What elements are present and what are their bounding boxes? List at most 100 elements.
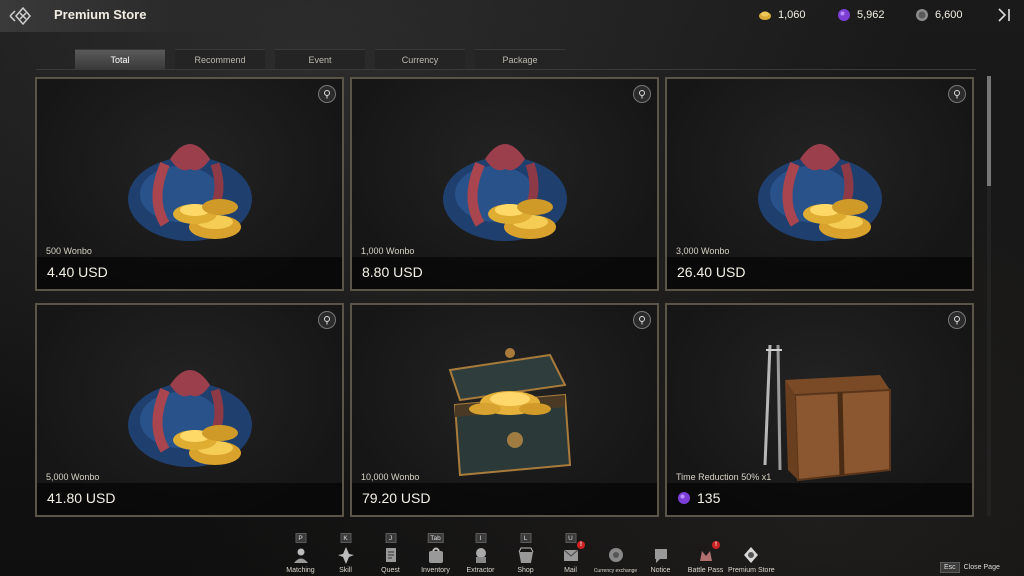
magnifier-icon xyxy=(954,90,960,99)
product-card[interactable]: 3,000 Wonbo 26.40 USD xyxy=(665,77,974,291)
nav-quest[interactable]: J Quest xyxy=(368,533,413,576)
title-plate: Premium Store xyxy=(0,0,250,32)
info-button[interactable] xyxy=(633,85,651,103)
wonbo-gold-icon xyxy=(759,11,771,20)
price-value: 135 xyxy=(697,490,721,506)
hotkey-badge: J xyxy=(385,533,396,543)
price-bar: 41.80 USD xyxy=(37,483,342,515)
hotkey-badge: U xyxy=(565,533,576,543)
notice-icon xyxy=(654,549,667,563)
price-bar: 26.40 USD xyxy=(667,257,972,289)
nav-currency-exchange[interactable]: Currency exchange xyxy=(593,533,638,576)
price-value: 26.40 USD xyxy=(677,264,746,280)
product-name: 1,000 Wonbo xyxy=(361,246,415,256)
nav-label: Matching xyxy=(286,567,315,574)
product-name: Time Reduction 50% x1 xyxy=(676,472,772,482)
matching-icon xyxy=(293,548,308,563)
bottom-nav: P Matching K Skill J Quest Tab Inventory… xyxy=(278,533,775,576)
store-tabs: Total Recommend Event Currency Package xyxy=(75,49,565,69)
price-bar: 79.20 USD xyxy=(352,483,657,515)
product-card[interactable]: 1,000 Wonbo 8.80 USD xyxy=(350,77,659,291)
product-price: 8.80 USD xyxy=(362,264,423,280)
currency-gem-value: 5,962 xyxy=(857,9,885,21)
crate-icon xyxy=(763,345,891,482)
tab-recommend[interactable]: Recommend xyxy=(175,49,265,69)
price-bar: 8.80 USD xyxy=(352,257,657,289)
inventory-icon xyxy=(428,547,443,563)
product-name: 3,000 Wonbo xyxy=(676,246,730,256)
magnifier-icon xyxy=(954,316,960,325)
product-price: 135 xyxy=(677,490,720,506)
tab-currency[interactable]: Currency xyxy=(375,49,465,69)
currency-silver-value: 6,600 xyxy=(935,9,963,21)
nav-label: Notice xyxy=(650,567,671,574)
skill-icon xyxy=(337,547,354,564)
product-card[interactable]: Time Reduction 50% x1 135 xyxy=(665,303,974,517)
product-card[interactable]: 500 Wonbo 4.40 USD xyxy=(35,77,344,291)
product-price: 79.20 USD xyxy=(362,490,430,506)
currency-silver: 6,600 xyxy=(915,8,963,22)
hotkey-badge: L xyxy=(520,533,531,543)
hotkey-badge: K xyxy=(340,533,351,543)
nav-label: Shop xyxy=(517,567,534,574)
info-button[interactable] xyxy=(318,311,336,329)
product-grid: 500 Wonbo 4.40 USD 1,000 Wonbo 8.80 USD xyxy=(35,77,975,517)
wonbo-bag-icon xyxy=(757,144,882,241)
nav-mail[interactable]: U ! Mail xyxy=(548,533,593,576)
wonbo-bag-icon xyxy=(127,370,252,467)
nav-label: Mail xyxy=(564,567,577,574)
shop-icon xyxy=(518,547,533,563)
tab-event[interactable]: Event xyxy=(275,49,365,69)
purple-gem-icon xyxy=(678,492,690,504)
product-price: 26.40 USD xyxy=(677,264,745,280)
grid-scrollbar[interactable] xyxy=(987,76,991,516)
price-bar: 135 xyxy=(667,483,972,515)
product-name: 10,000 Wonbo xyxy=(361,472,420,482)
info-button[interactable] xyxy=(633,311,651,329)
currency-gem: 5,962 xyxy=(837,8,885,22)
back-chevron-icon xyxy=(9,6,31,26)
nav-inventory[interactable]: Tab Inventory xyxy=(413,533,458,576)
extractor-icon xyxy=(475,548,486,563)
nav-premium-store[interactable]: Premium Store xyxy=(728,533,775,576)
purple-gem-icon xyxy=(838,9,850,21)
nav-matching[interactable]: P Matching xyxy=(278,533,323,576)
page-title: Premium Store xyxy=(54,7,147,22)
nav-notice[interactable]: Notice xyxy=(638,533,683,576)
product-name: 500 Wonbo xyxy=(46,246,92,256)
product-price: 41.80 USD xyxy=(47,490,115,506)
product-card[interactable]: 10,000 Wonbo 79.20 USD xyxy=(350,303,659,517)
product-card[interactable]: 5,000 Wonbo 41.80 USD xyxy=(35,303,344,517)
close-page-hint: Esc Close Page xyxy=(940,562,1000,573)
silver-coin-icon xyxy=(916,9,928,21)
scroll-thumb[interactable] xyxy=(987,76,991,186)
price-value: 79.20 USD xyxy=(362,490,431,506)
back-button[interactable] xyxy=(6,2,40,30)
price-value: 8.80 USD xyxy=(362,264,423,280)
nav-battle-pass[interactable]: ! Battle Pass xyxy=(683,533,728,576)
product-price: 4.40 USD xyxy=(47,264,108,280)
premium-store-icon xyxy=(743,547,758,563)
close-page-label: Close Page xyxy=(963,564,1000,571)
tab-total[interactable]: Total xyxy=(75,49,165,69)
tab-package[interactable]: Package xyxy=(475,49,565,69)
hotkey-badge: P xyxy=(295,533,306,543)
magnifier-icon xyxy=(324,316,330,325)
esc-key-button[interactable]: Esc xyxy=(940,562,960,573)
battle-pass-alert-badge: ! xyxy=(712,541,720,549)
magnifier-icon xyxy=(639,316,645,325)
nav-label: Currency exchange xyxy=(593,568,638,574)
nav-shop[interactable]: L Shop xyxy=(503,533,548,576)
exit-icon[interactable] xyxy=(996,7,1012,23)
info-button[interactable] xyxy=(948,85,966,103)
nav-skill[interactable]: K Skill xyxy=(323,533,368,576)
nav-label: Premium Store xyxy=(728,567,775,574)
info-button[interactable] xyxy=(318,85,336,103)
nav-extractor[interactable]: I Extractor xyxy=(458,533,503,576)
price-bar: 4.40 USD xyxy=(37,257,342,289)
currency-exchange-icon xyxy=(608,548,623,562)
info-button[interactable] xyxy=(948,311,966,329)
treasure-chest-icon xyxy=(448,348,571,477)
currency-wonbo: 1,060 xyxy=(758,8,806,22)
nav-label: Quest xyxy=(381,567,400,574)
